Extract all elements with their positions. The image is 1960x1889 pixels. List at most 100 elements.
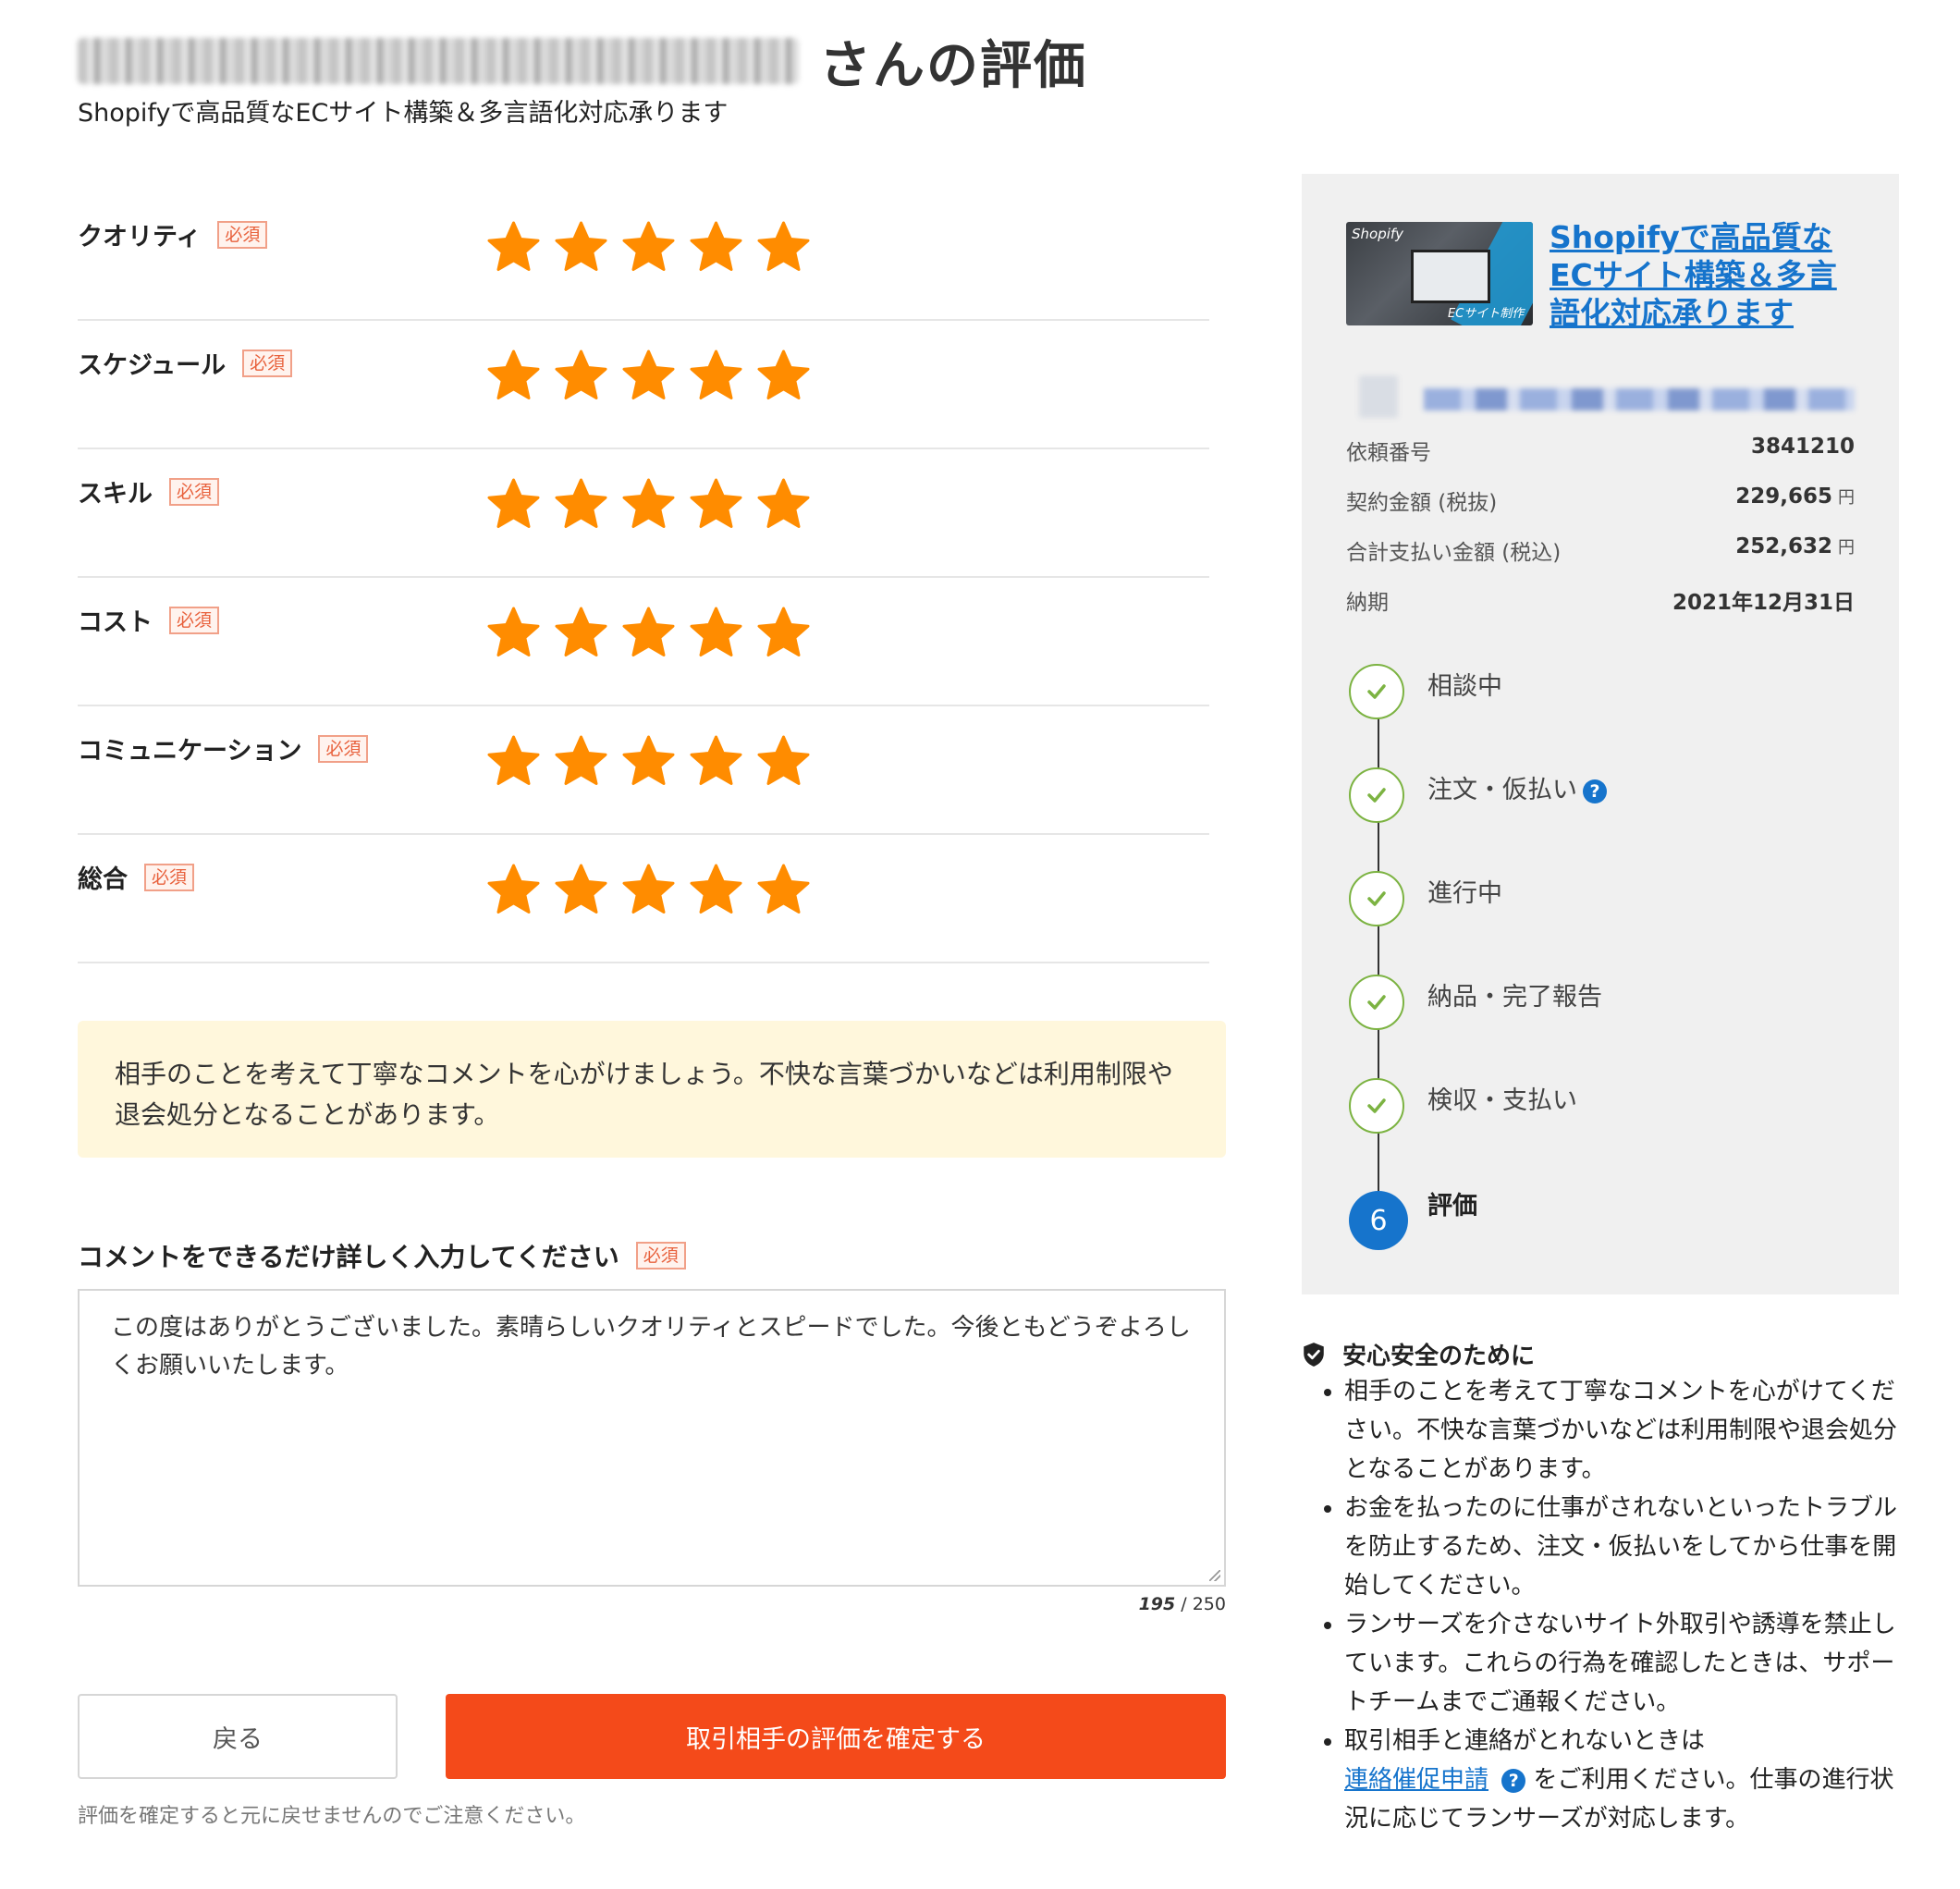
step-label: 相談中	[1427, 666, 1502, 702]
back-button[interactable]: 戻る	[78, 1694, 398, 1779]
star-icon[interactable]	[690, 864, 742, 916]
star-icon[interactable]	[622, 735, 675, 788]
rating-label: 総合 必須	[78, 859, 195, 895]
service-title-link[interactable]: Shopifyで高品質なECサイト構築＆多言語化対応承ります	[1550, 218, 1864, 332]
info-value: 3841210	[1750, 435, 1855, 459]
star-icon[interactable]	[555, 350, 607, 402]
star-rating[interactable]	[487, 607, 810, 659]
confirm-rating-button[interactable]: 取引相手の評価を確定する	[446, 1694, 1226, 1779]
star-icon[interactable]	[555, 864, 607, 916]
star-icon[interactable]	[555, 478, 607, 531]
step-label: 進行中	[1427, 873, 1502, 909]
character-count: 195	[1138, 1594, 1176, 1614]
star-icon[interactable]	[690, 735, 742, 788]
star-icon[interactable]	[622, 864, 675, 916]
star-icon[interactable]	[622, 478, 675, 531]
step-label-text: 評価	[1427, 1192, 1477, 1220]
star-icon[interactable]	[757, 221, 810, 274]
star-icon[interactable]	[555, 735, 607, 788]
step-check-icon	[1349, 664, 1404, 719]
required-badge: 必須	[242, 349, 293, 377]
star-icon[interactable]	[757, 350, 810, 402]
resize-handle-icon[interactable]	[1209, 1570, 1220, 1581]
star-icon[interactable]	[757, 864, 810, 916]
star-icon[interactable]	[487, 735, 540, 788]
rating-label-text: クオリティ	[78, 223, 202, 251]
star-rating[interactable]	[487, 221, 810, 274]
required-badge: 必須	[318, 734, 369, 763]
step-label-text: 相談中	[1427, 672, 1502, 701]
info-key: 合計支払い金額 (税込)	[1346, 541, 1562, 565]
star-icon[interactable]	[487, 221, 540, 274]
step-label-text: 検収・支払い	[1427, 1086, 1577, 1115]
required-badge: 必須	[169, 477, 220, 506]
blurred-username	[78, 38, 799, 84]
star-icon[interactable]	[555, 607, 607, 659]
star-icon[interactable]	[622, 350, 675, 402]
step-label: 注文・仮払い?	[1427, 769, 1607, 805]
info-unit: 円	[1838, 488, 1855, 508]
info-row-contract-amount: 契約金額 (税抜) 229,665 円	[1346, 485, 1855, 521]
comment-label-text: コメントをできるだけ詳しく入力してください	[78, 1242, 619, 1272]
page-subtitle: Shopifyで高品質なECサイト構築＆多言語化対応承ります	[78, 99, 729, 128]
info-unit: 円	[1838, 538, 1855, 558]
star-rating[interactable]	[487, 864, 810, 916]
page-title: さんの評価	[78, 26, 1087, 96]
star-icon[interactable]	[622, 607, 675, 659]
required-badge: 必須	[635, 1242, 686, 1270]
confirm-footnote: 評価を確定すると元に戻せませんのでご注意ください。	[78, 1805, 586, 1828]
required-badge: 必須	[217, 220, 268, 249]
page-title-suffix: さんの評価	[819, 35, 1087, 96]
info-value: 252,632	[1735, 534, 1832, 558]
star-rating[interactable]	[487, 478, 810, 531]
rating-row: コミュニケーション 必須	[78, 705, 1209, 835]
safety-item-prefix: 取引相手と連絡がとれないときは	[1344, 1727, 1706, 1755]
star-icon[interactable]	[487, 607, 540, 659]
star-icon[interactable]	[757, 607, 810, 659]
info-row-deadline: 納期 2021年12月31日	[1346, 584, 1855, 621]
info-value: 229,665	[1735, 485, 1832, 509]
star-icon[interactable]	[690, 607, 742, 659]
star-icon[interactable]	[690, 350, 742, 402]
star-icon[interactable]	[487, 350, 540, 402]
rating-row: コスト 必須	[78, 576, 1209, 706]
info-value: 2021年12月31日	[1672, 591, 1855, 615]
info-row-total-payment: 合計支払い金額 (税込) 252,632 円	[1346, 534, 1855, 571]
step-label-text: 納品・完了報告	[1427, 983, 1602, 1012]
step-label-text: 進行中	[1427, 879, 1502, 908]
rating-label: スケジュール 必須	[78, 345, 293, 381]
star-rating[interactable]	[487, 350, 810, 402]
comment-notice: 相手のことを考えて丁寧なコメントを心がけましょう。不快な言葉づかいなどは利用制限…	[78, 1021, 1226, 1158]
star-icon[interactable]	[555, 221, 607, 274]
star-icon[interactable]	[690, 478, 742, 531]
comment-textarea[interactable]: この度はありがとうございました。素晴らしいクオリティとスピードでした。今後ともど…	[78, 1289, 1226, 1587]
rating-label: スキル 必須	[78, 473, 220, 509]
star-icon[interactable]	[757, 735, 810, 788]
contact-request-link[interactable]: 連絡催促申請	[1344, 1766, 1488, 1794]
safety-title: 安心安全のために	[1342, 1343, 1536, 1370]
star-icon[interactable]	[757, 478, 810, 531]
step-label-text: 注文・仮払い	[1427, 776, 1577, 804]
rating-label-text: スキル	[78, 480, 153, 509]
help-icon[interactable]: ?	[1583, 779, 1607, 803]
thumb-text-top: Shopify	[1352, 226, 1404, 242]
service-thumbnail[interactable]: Shopify ECサイト制作	[1346, 222, 1533, 325]
info-row-request-number: 依頼番号 3841210	[1346, 435, 1855, 472]
info-key: 納期	[1346, 591, 1389, 615]
star-icon[interactable]	[622, 221, 675, 274]
rating-row: 総合 必須	[78, 833, 1209, 963]
comment-text[interactable]: この度はありがとうございました。素晴らしいクオリティとスピードでした。今後ともど…	[111, 1314, 1191, 1380]
star-rating[interactable]	[487, 735, 810, 788]
rating-row: クオリティ 必須	[78, 190, 1209, 321]
comment-label: コメントをできるだけ詳しく入力してください 必須	[78, 1237, 686, 1274]
character-max: / 250	[1181, 1594, 1226, 1614]
help-icon[interactable]: ?	[1501, 1768, 1526, 1793]
blurred-seller-name[interactable]	[1424, 388, 1855, 411]
avatar[interactable]	[1359, 375, 1398, 418]
star-icon[interactable]	[690, 221, 742, 274]
rating-label: コスト 必須	[78, 602, 220, 638]
star-icon[interactable]	[487, 864, 540, 916]
rating-label-text: コミュニケーション	[78, 737, 302, 766]
character-counter: 195 / 250	[1109, 1594, 1226, 1614]
star-icon[interactable]	[487, 478, 540, 531]
